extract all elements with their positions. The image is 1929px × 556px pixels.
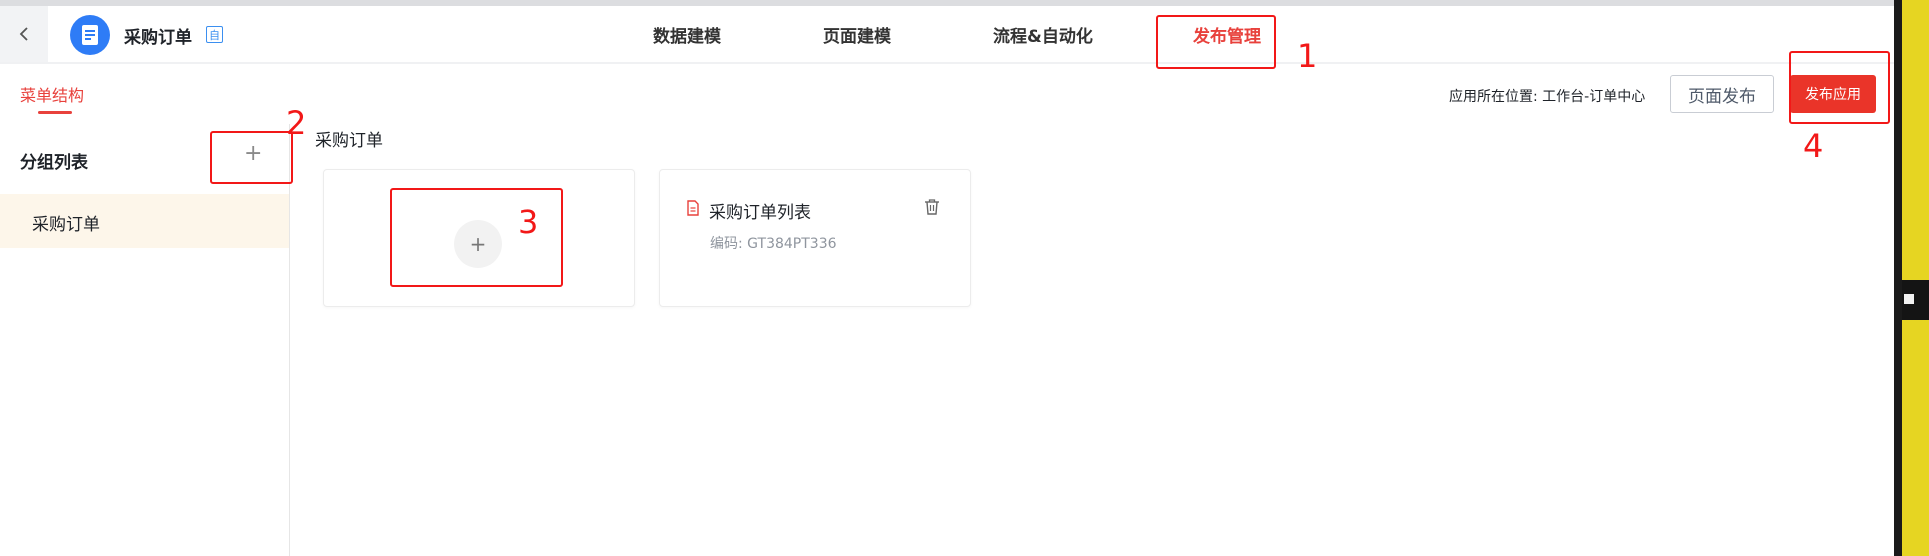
sidebar-divider <box>289 124 290 556</box>
window-edge <box>1894 0 1902 556</box>
tab-data-modeling[interactable]: 数据建模 <box>653 22 721 47</box>
tab-page-modeling[interactable]: 页面建模 <box>823 22 891 47</box>
desktop-background <box>1902 0 1929 556</box>
tab-menu-structure[interactable]: 菜单结构 <box>20 82 84 106</box>
annotation-number-2: 2 <box>286 104 307 142</box>
group-list-title: 分组列表 <box>20 153 88 173</box>
windows-icon <box>1904 294 1914 304</box>
file-icon <box>687 200 699 216</box>
app-name: 采购订单 <box>124 28 192 48</box>
active-tab-indicator <box>38 111 72 114</box>
back-button[interactable] <box>0 6 48 62</box>
top-navigation-bar: 采购订单 自 数据建模 页面建模 流程&自动化 发布管理 <box>0 6 1894 62</box>
page-publish-button[interactable]: 页面发布 <box>1670 75 1774 113</box>
annotation-number-1: 1 <box>1297 37 1318 75</box>
annotation-box-1 <box>1156 15 1276 69</box>
app-location-text: 应用所在位置: 工作台-订单中心 <box>1449 89 1646 105</box>
sidebar-item-label: 采购订单 <box>32 215 100 235</box>
page-card-code: 编码: GT384PT336 <box>710 236 837 252</box>
trash-icon[interactable] <box>924 198 940 215</box>
section-title: 采购订单 <box>315 131 383 151</box>
app-type-badge: 自 <box>206 26 223 43</box>
annotation-box-2 <box>210 131 293 184</box>
app-icon <box>70 15 110 55</box>
annotation-number-3: 3 <box>518 203 539 241</box>
annotation-box-4 <box>1789 51 1890 124</box>
document-list-icon <box>82 25 98 45</box>
page-card-title: 采购订单列表 <box>709 203 811 223</box>
tab-workflow-automation[interactable]: 流程&自动化 <box>993 22 1093 47</box>
chevron-left-icon <box>19 27 28 41</box>
page-card[interactable]: 采购订单列表 编码: GT384PT336 <box>659 169 971 307</box>
annotation-number-4: 4 <box>1803 127 1824 165</box>
sidebar-item-purchase-order[interactable]: 采购订单 <box>0 194 289 248</box>
